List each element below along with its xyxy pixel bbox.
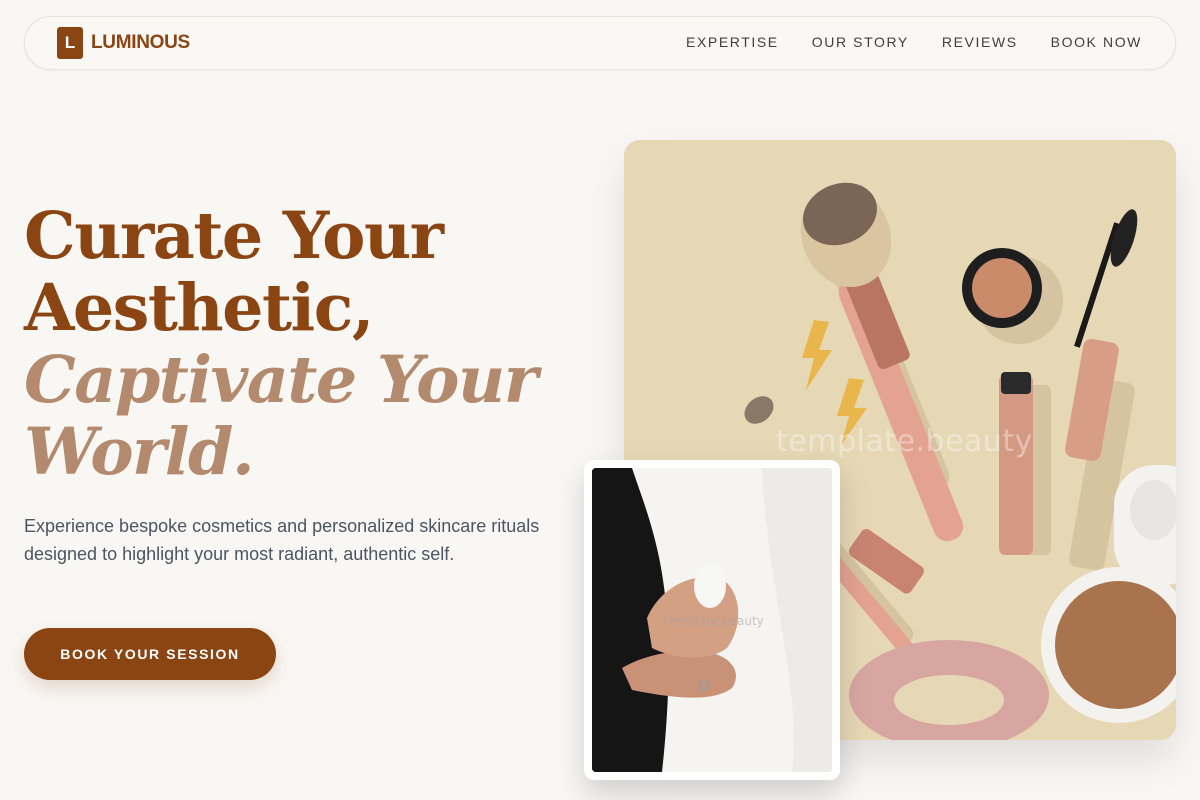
hero-image-watermark: template.beauty [776,424,1033,459]
nav-link-expertise[interactable]: EXPERTISE [686,34,779,50]
skincare-image: template.beauty [592,468,832,772]
skincare-image-card: template.beauty [584,460,840,780]
hero-subtitle: Experience bespoke cosmetics and persona… [24,516,540,564]
lipstick-tube-icon [999,372,1033,555]
landing-page: L LUMINOUS EXPERTISE OUR STORY REVIEWS B… [0,0,1200,800]
hero-title: Curate Your Aesthetic, Captivate Your Wo… [24,200,584,488]
hero-title-line-1: Curate Your [24,198,444,274]
hero-title-accent-1: Captivate Your [24,342,538,418]
logo-mark-icon: L [57,27,83,59]
cream-pot-icon [962,248,1042,328]
hero-title-accent-2: World. [24,414,255,490]
hero-title-line-2: Aesthetic, [24,270,374,346]
nav-link-reviews[interactable]: REVIEWS [942,34,1018,50]
brand-name: LUMINOUS [91,32,190,53]
navbar: L LUMINOUS EXPERTISE OUR STORY REVIEWS B… [24,16,1176,70]
nav-link-book-now[interactable]: BOOK NOW [1051,34,1142,50]
nav-links: EXPERTISE OUR STORY REVIEWS BOOK NOW [686,34,1142,50]
nav-link-our-story[interactable]: OUR STORY [812,34,909,50]
book-session-button[interactable]: BOOK YOUR SESSION [24,628,276,680]
card-image-watermark: template.beauty [664,614,764,628]
logo[interactable]: L LUMINOUS [57,27,190,59]
